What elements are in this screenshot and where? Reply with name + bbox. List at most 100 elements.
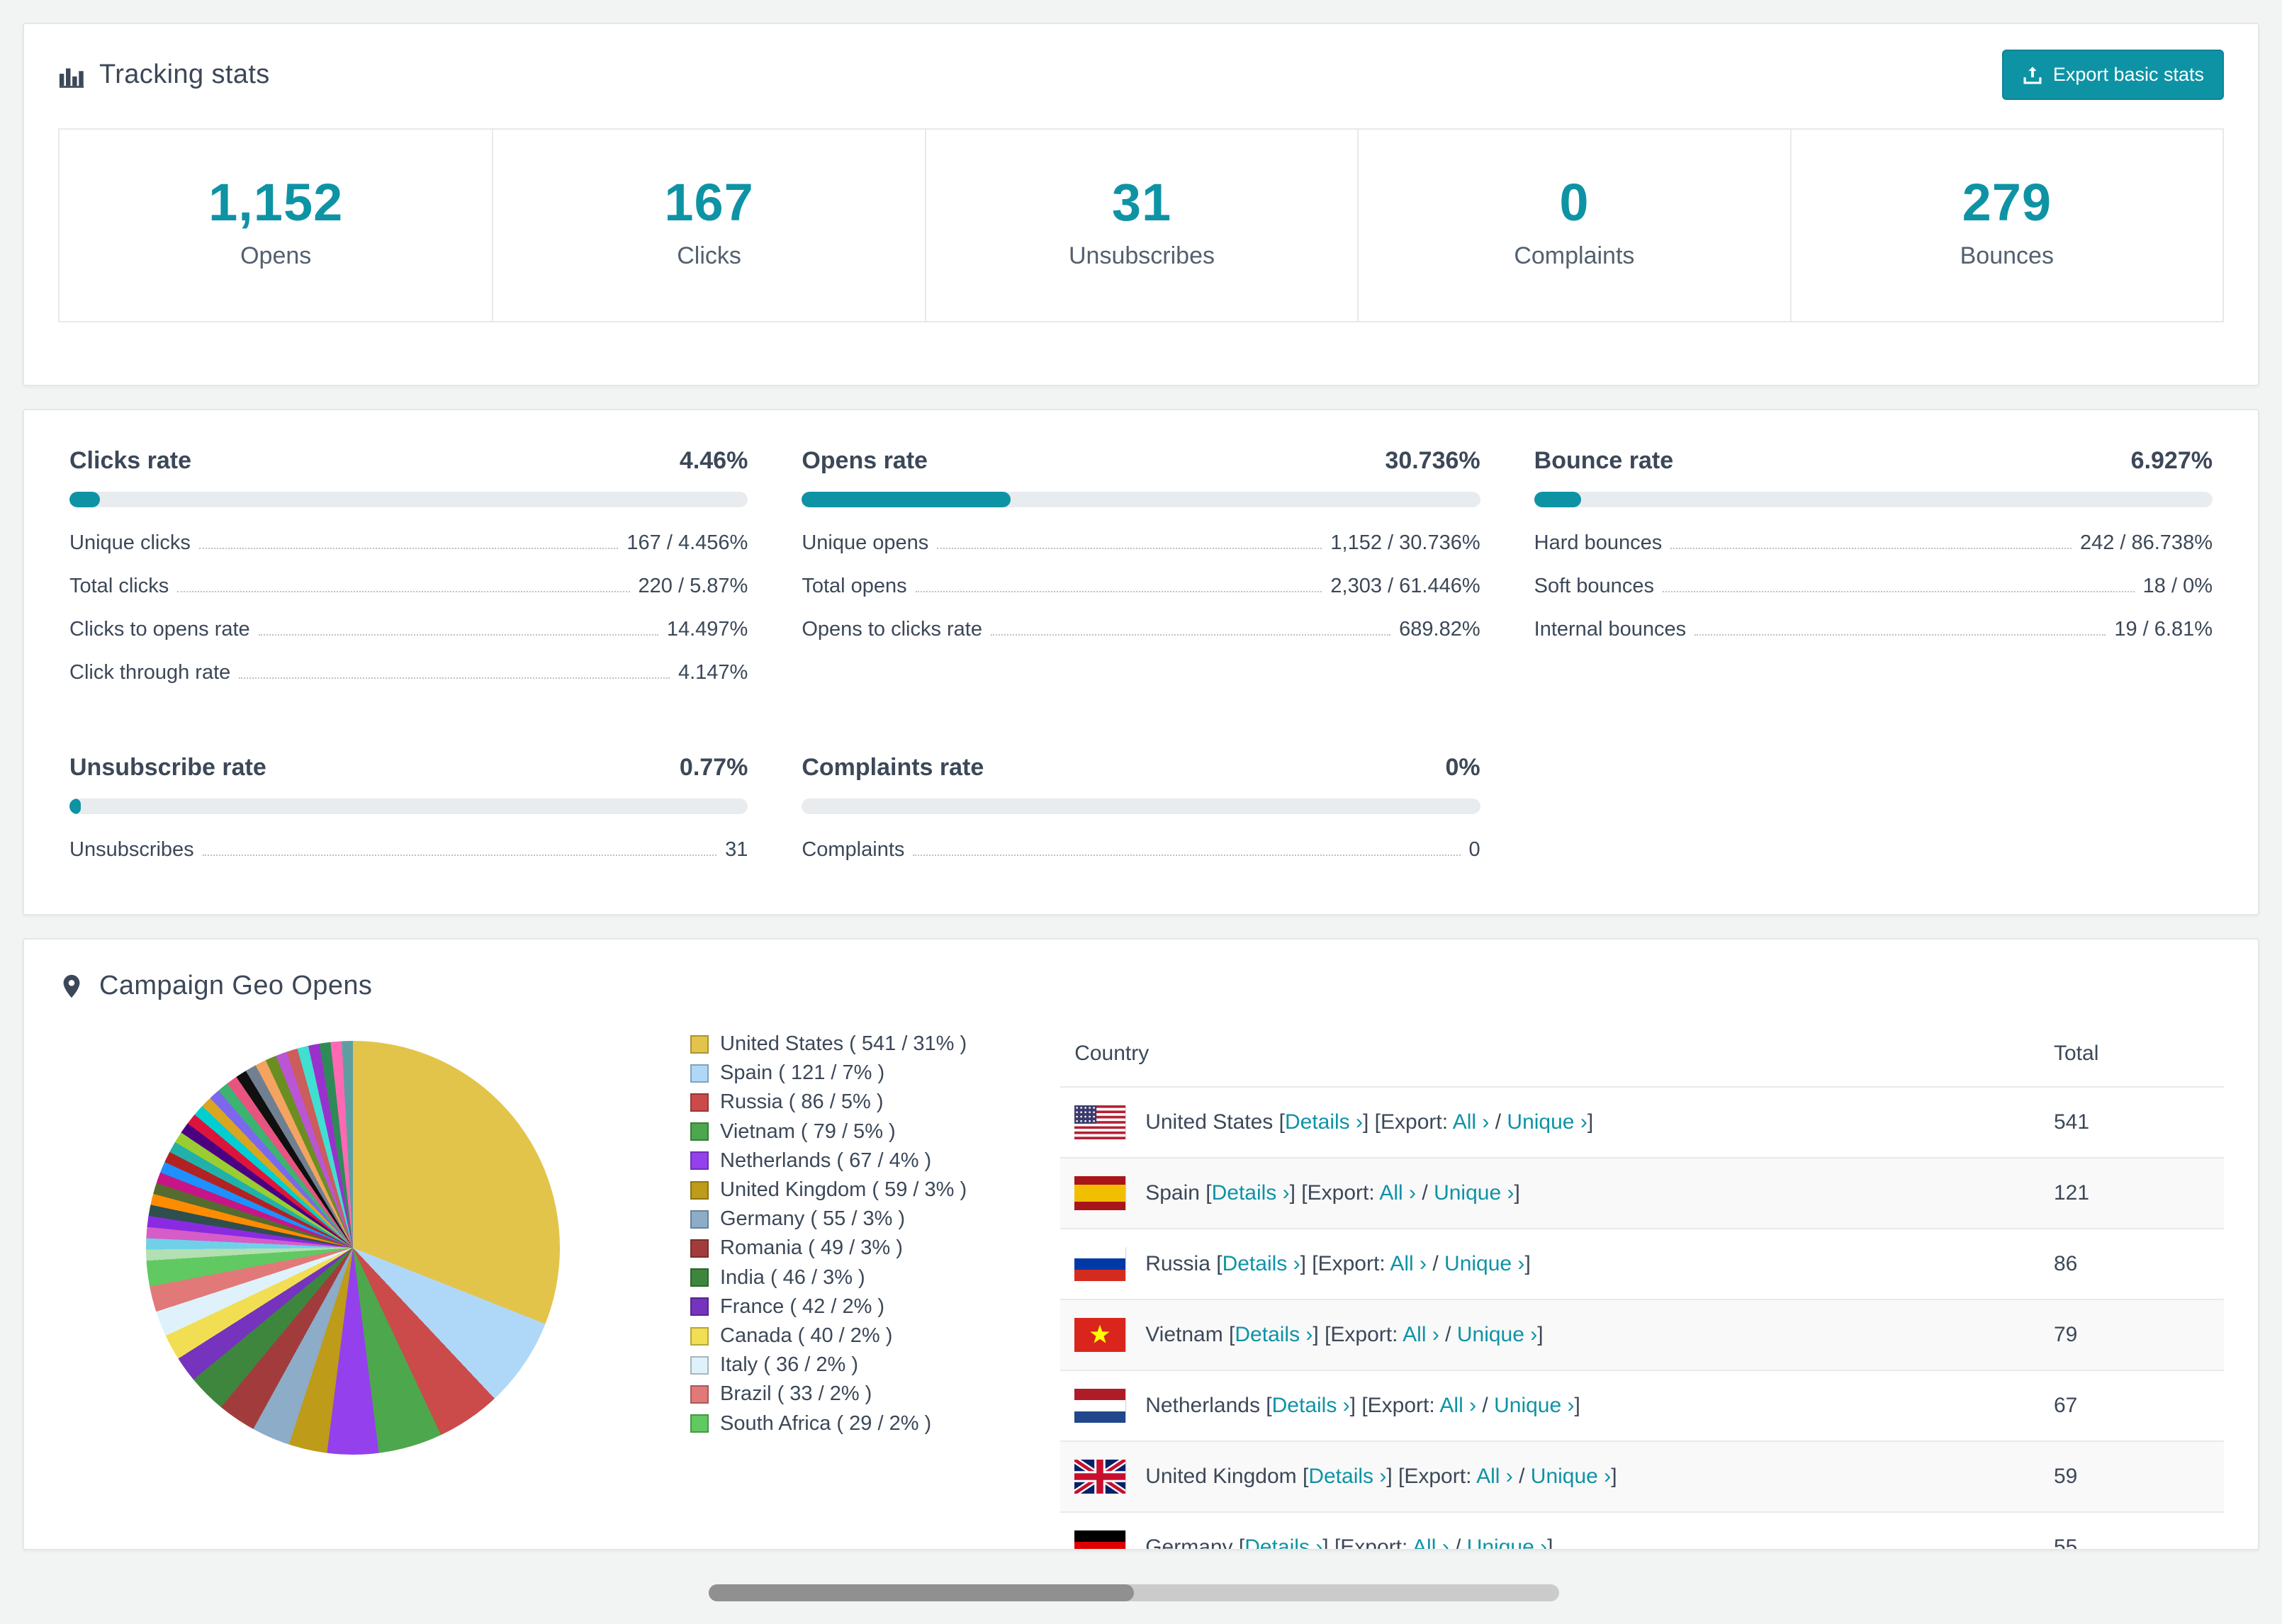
export-all-link[interactable]: All › bbox=[1379, 1181, 1416, 1205]
rate-detail-row: Click through rate 4.147% bbox=[69, 651, 748, 694]
map-pin-icon bbox=[58, 973, 85, 1000]
dotted-leader bbox=[1670, 548, 2072, 549]
tracking-title: Tracking stats bbox=[99, 60, 270, 89]
geo-table-row: Russia [Details ›] [Export: All › / Uniq… bbox=[1060, 1228, 2224, 1299]
rate-detail-value: 1,152 / 30.736% bbox=[1330, 531, 1480, 554]
country-cell: Netherlands [Details ›] [Export: All › /… bbox=[1074, 1389, 2054, 1423]
geo-table-row: Spain [Details ›] [Export: All › / Uniqu… bbox=[1060, 1157, 2224, 1228]
rate-progress-fill bbox=[69, 799, 81, 814]
rate-detail-label: Internal bounces bbox=[1534, 618, 1687, 641]
export-icon bbox=[2022, 64, 2043, 86]
rate-detail-row: Clicks to opens rate 14.497% bbox=[69, 608, 748, 651]
rate-percentage: 4.46% bbox=[679, 447, 748, 474]
bar-chart-icon bbox=[58, 62, 85, 89]
rate-detail-row: Unsubscribes 31 bbox=[69, 828, 748, 872]
details-link[interactable]: Details › bbox=[1212, 1181, 1290, 1205]
geo-title-wrap: Campaign Geo Opens bbox=[58, 971, 2224, 1001]
export-unique-link[interactable]: Unique › bbox=[1467, 1535, 1547, 1549]
rate-detail-row: Complaints 0 bbox=[802, 828, 1480, 872]
export-all-link[interactable]: All › bbox=[1476, 1465, 1513, 1488]
legend-label: India ( 46 / 3% ) bbox=[720, 1265, 865, 1289]
legend-label: Brazil ( 33 / 2% ) bbox=[720, 1382, 872, 1406]
export-unique-link[interactable]: Unique › bbox=[1457, 1323, 1537, 1346]
rate-progress-fill bbox=[69, 492, 100, 507]
export-all-link[interactable]: All › bbox=[1412, 1535, 1449, 1549]
scrollbar-thumb[interactable] bbox=[709, 1584, 1134, 1601]
legend-label: Vietnam ( 79 / 5% ) bbox=[720, 1120, 896, 1143]
country-name: Russia bbox=[1145, 1252, 1217, 1275]
details-link[interactable]: Details › bbox=[1285, 1110, 1363, 1134]
dotted-leader bbox=[177, 591, 630, 592]
legend-label: Romania ( 49 / 3% ) bbox=[720, 1236, 903, 1260]
country-total: 121 bbox=[2054, 1181, 2090, 1205]
country-cell: United States [Details ›] [Export: All ›… bbox=[1074, 1105, 2054, 1139]
horizontal-scrollbar[interactable] bbox=[709, 1584, 1559, 1601]
tracking-stats-row: 1,152 Opens 167 Clicks 31 Unsubscribes 0… bbox=[58, 128, 2224, 322]
legend-swatch bbox=[690, 1326, 709, 1346]
export-all-link[interactable]: All › bbox=[1390, 1252, 1427, 1275]
dotted-leader bbox=[202, 855, 717, 856]
tracking-title-wrap: Tracking stats bbox=[58, 60, 270, 90]
legend-item: Italy ( 36 / 2% ) bbox=[690, 1350, 967, 1380]
dotted-leader bbox=[258, 634, 658, 636]
details-link[interactable]: Details › bbox=[1235, 1323, 1313, 1346]
export-unique-link[interactable]: Unique › bbox=[1434, 1181, 1514, 1205]
rate-block: Bounce rate 6.927% Hard bounces 242 / 86… bbox=[1534, 447, 2213, 694]
legend-label: Canada ( 40 / 2% ) bbox=[720, 1324, 893, 1348]
stat-box-bounces: 279 Bounces bbox=[1789, 130, 2222, 321]
country-name: United Kingdom bbox=[1145, 1465, 1303, 1488]
rate-detail-label: Hard bounces bbox=[1534, 531, 1663, 554]
details-link[interactable]: Details › bbox=[1272, 1394, 1350, 1417]
stat-value: 167 bbox=[664, 173, 754, 232]
legend-item: Brazil ( 33 / 2% ) bbox=[690, 1380, 967, 1409]
tracking-card-header: Tracking stats Export basic stats bbox=[58, 50, 2224, 100]
total-column-header: Total bbox=[2054, 1042, 2099, 1065]
export-basic-stats-button[interactable]: Export basic stats bbox=[2001, 50, 2224, 100]
rate-rows: Unique clicks 167 / 4.456% Total clicks … bbox=[69, 521, 748, 694]
stat-label: Complaints bbox=[1514, 242, 1635, 269]
details-link[interactable]: Details › bbox=[1308, 1465, 1386, 1488]
stat-box-opens: 1,152 Opens bbox=[60, 130, 492, 321]
export-all-link[interactable]: All › bbox=[1403, 1323, 1439, 1346]
rates-grid: Clicks rate 4.46% Unique clicks 167 / 4.… bbox=[69, 447, 2213, 872]
rate-detail-label: Unique clicks bbox=[69, 531, 191, 554]
country-links: [Details ›] [Export: All › / Unique ›] bbox=[1239, 1535, 1553, 1549]
rate-detail-value: 167 / 4.456% bbox=[626, 531, 748, 554]
export-unique-link[interactable]: Unique › bbox=[1444, 1252, 1524, 1275]
rate-detail-value: 689.82% bbox=[1399, 618, 1480, 641]
export-unique-link[interactable]: Unique › bbox=[1494, 1394, 1574, 1417]
rate-percentage: 30.736% bbox=[1385, 447, 1480, 474]
geo-content: United States ( 541 / 31% ) Spain ( 121 … bbox=[58, 1021, 2224, 1549]
flag-icon-ru bbox=[1074, 1247, 1126, 1281]
export-unique-link[interactable]: Unique › bbox=[1531, 1465, 1611, 1488]
rate-header: Opens rate 30.736% bbox=[802, 447, 1480, 475]
export-all-link[interactable]: All › bbox=[1439, 1394, 1476, 1417]
export-all-link[interactable]: All › bbox=[1453, 1110, 1490, 1134]
stat-label: Opens bbox=[240, 242, 312, 269]
legend-label: Italy ( 36 / 2% ) bbox=[720, 1353, 859, 1377]
rate-rows: Complaints 0 bbox=[802, 828, 1480, 872]
rate-block: Complaints rate 0% Complaints 0 bbox=[802, 754, 1480, 872]
flag-icon-gb bbox=[1074, 1460, 1126, 1494]
country-cell: United Kingdom [Details ›] [Export: All … bbox=[1074, 1460, 2054, 1494]
legend-swatch bbox=[690, 1064, 709, 1083]
rate-progress-bar bbox=[802, 799, 1480, 814]
rate-block: Opens rate 30.736% Unique opens 1,152 / … bbox=[802, 447, 1480, 694]
export-unique-link[interactable]: Unique › bbox=[1507, 1110, 1587, 1134]
rate-title: Unsubscribe rate bbox=[69, 754, 266, 781]
details-link[interactable]: Details › bbox=[1222, 1252, 1300, 1275]
rate-rows: Hard bounces 242 / 86.738% Soft bounces … bbox=[1534, 521, 2213, 651]
stat-value: 1,152 bbox=[208, 173, 344, 232]
rate-detail-value: 19 / 6.81% bbox=[2114, 618, 2213, 641]
country-name: Vietnam bbox=[1145, 1323, 1230, 1346]
details-link[interactable]: Details › bbox=[1244, 1535, 1322, 1549]
country-total: 59 bbox=[2054, 1465, 2078, 1488]
stat-box-complaints: 0 Complaints bbox=[1357, 130, 1789, 321]
dotted-leader bbox=[1694, 634, 2106, 636]
rate-detail-value: 4.147% bbox=[678, 661, 748, 684]
geo-title: Campaign Geo Opens bbox=[99, 971, 373, 1000]
country-total: 86 bbox=[2054, 1252, 2078, 1275]
rate-detail-row: Total clicks 220 / 5.87% bbox=[69, 565, 748, 608]
geo-table-row: United Kingdom [Details ›] [Export: All … bbox=[1060, 1440, 2224, 1511]
legend-item: Canada ( 40 / 2% ) bbox=[690, 1321, 967, 1350]
